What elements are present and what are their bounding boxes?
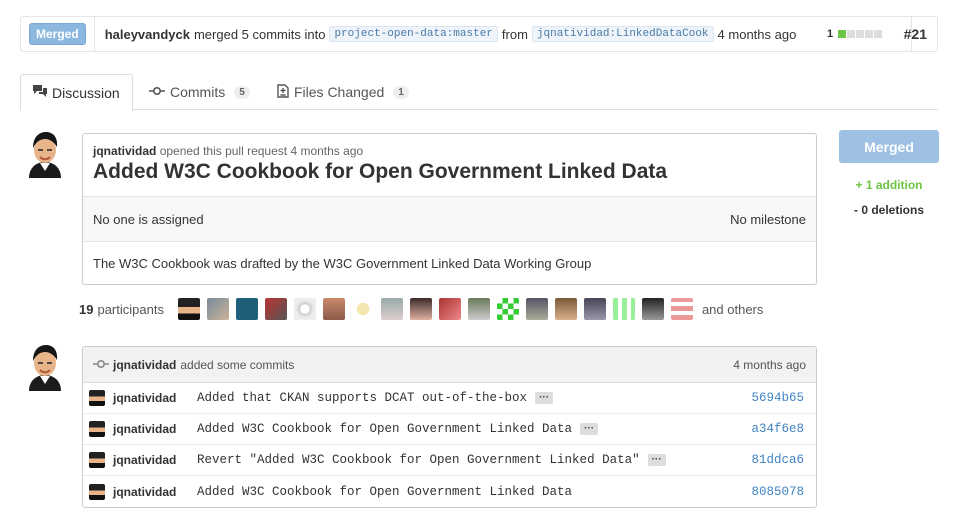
participant-avatar[interactable] — [554, 298, 577, 320]
commits-header-text: jqnatividad added some commits — [93, 358, 294, 372]
opened-text: opened this pull request 4 months ago — [159, 144, 364, 158]
discussion-icon — [33, 85, 47, 100]
merge-action-text: merged 5 commits into — [193, 26, 326, 42]
commit-sha[interactable]: a34f6e8 — [751, 422, 804, 436]
participant-avatar[interactable] — [438, 298, 461, 320]
expand-commit-button[interactable]: ··· — [580, 423, 599, 435]
merged-status-badge: Merged — [29, 23, 86, 45]
author-link[interactable]: jqnatividad — [93, 144, 156, 158]
commits-author-link[interactable]: jqnatividad — [113, 358, 176, 372]
tab-files-changed[interactable]: Files Changed 1 — [265, 74, 421, 110]
participant-avatar[interactable] — [496, 298, 519, 320]
commit-sha[interactable]: 81ddca6 — [751, 453, 804, 467]
commit-row: jqnatividad Added W3C Cookbook for Open … — [83, 414, 816, 445]
merge-time: 4 months ago — [717, 26, 797, 42]
participant-avatar[interactable] — [670, 298, 693, 320]
participants-row: 19 participants and others — [79, 296, 763, 322]
diffstat-count: 1 — [827, 28, 834, 40]
pr-description-box: jqnatividad opened this pull request 4 m… — [82, 133, 817, 285]
commits-count-badge: 5 — [234, 85, 250, 99]
commits-time: 4 months ago — [733, 357, 806, 372]
pr-tabs: Discussion Commits 5 Files Changed 1 — [20, 74, 938, 111]
tab-label: Files Changed — [294, 84, 385, 100]
commit-author[interactable]: jqnatividad — [113, 485, 197, 499]
merge-status-bar: Merged haleyvandyck merged 5 commits int… — [20, 16, 938, 52]
expand-commit-button[interactable]: ··· — [535, 392, 554, 404]
participants-count: 19 — [79, 301, 94, 317]
participant-avatar[interactable] — [293, 298, 316, 320]
commit-author[interactable]: jqnatividad — [113, 422, 197, 436]
participant-avatar[interactable] — [641, 298, 664, 320]
commit-author[interactable]: jqnatividad — [113, 391, 197, 405]
participant-avatar[interactable] — [525, 298, 548, 320]
commit-author-avatar[interactable] — [89, 483, 105, 500]
merger-link[interactable]: haleyvandyck — [105, 27, 190, 42]
author-avatar[interactable] — [23, 130, 67, 178]
commit-icon — [149, 85, 165, 99]
commit-author-avatar[interactable] — [89, 421, 105, 437]
diffstat-blocks — [838, 30, 883, 38]
participant-avatar[interactable] — [264, 298, 287, 320]
commits-box: jqnatividad added some commits 4 months … — [82, 346, 817, 508]
file-diff-icon — [277, 83, 289, 101]
from-text: from — [501, 26, 528, 42]
participant-avatar[interactable] — [467, 298, 490, 320]
commit-message[interactable]: Added W3C Cookbook for Open Government L… — [197, 485, 572, 499]
commits-action-text: added some commits — [180, 357, 295, 372]
commit-row: jqnatividad Added that CKAN supports DCA… — [83, 383, 816, 414]
deletions-text: - 0 deletions — [853, 203, 924, 217]
participant-avatar[interactable] — [612, 298, 635, 320]
participant-avatar[interactable] — [583, 298, 606, 320]
commit-sha[interactable]: 5694b65 — [751, 391, 804, 405]
pr-body: The W3C Cookbook was drafted by the W3C … — [93, 255, 592, 271]
commit-author-avatar[interactable] — [89, 452, 105, 468]
diffstat[interactable]: 1 — [827, 28, 883, 40]
commits-author-avatar[interactable] — [23, 343, 67, 391]
commit-sha[interactable]: 8085078 — [751, 485, 804, 499]
tab-commits[interactable]: Commits 5 — [137, 74, 262, 110]
merged-button[interactable]: Merged — [839, 130, 939, 163]
participant-avatar[interactable] — [351, 298, 374, 320]
participant-avatar[interactable] — [409, 298, 432, 320]
commit-message[interactable]: Revert "Added W3C Cookbook for Open Gove… — [197, 453, 640, 467]
commit-message[interactable]: Added that CKAN supports DCAT out-of-the… — [197, 391, 527, 405]
participants-label: participants — [97, 301, 164, 317]
deletions-count: - 0 deletions — [839, 203, 939, 217]
additions-count: + 1 addition — [839, 178, 939, 192]
expand-commit-button[interactable]: ··· — [647, 454, 666, 466]
participant-avatar[interactable] — [380, 298, 403, 320]
pr-number: #21 — [903, 26, 927, 42]
base-branch-label[interactable]: project-open-data:master — [329, 26, 498, 42]
participant-avatar[interactable] — [177, 298, 200, 320]
divider — [93, 16, 95, 52]
tab-discussion[interactable]: Discussion — [20, 74, 133, 111]
files-count-badge: 1 — [393, 85, 409, 99]
and-others-link[interactable]: and others — [702, 302, 763, 317]
pr-title: Added W3C Cookbook for Open Government L… — [93, 160, 668, 183]
commit-message[interactable]: Added W3C Cookbook for Open Government L… — [197, 422, 572, 436]
merge-summary: haleyvandyck merged 5 commits into proje… — [105, 26, 797, 42]
assignee-text[interactable]: No one is assigned — [93, 212, 204, 227]
commits-header: jqnatividad added some commits 4 months … — [83, 347, 816, 383]
additions-text: + 1 addition — [855, 178, 923, 192]
pr-header: jqnatividad opened this pull request 4 m… — [83, 134, 816, 197]
tab-label: Commits — [170, 84, 226, 100]
milestone-text[interactable]: No milestone — [730, 212, 806, 227]
tab-label: Discussion — [52, 84, 120, 101]
participant-avatar[interactable] — [206, 298, 229, 320]
participant-avatar[interactable] — [322, 298, 345, 320]
head-branch-label[interactable]: jqnatividad:LinkedDataCook — [531, 26, 714, 42]
pr-meta-row: No one is assigned No milestone — [83, 197, 816, 242]
opened-line: jqnatividad opened this pull request 4 m… — [93, 144, 806, 158]
participant-avatar[interactable] — [235, 298, 258, 320]
commit-row: jqnatividad Revert "Added W3C Cookbook f… — [83, 445, 816, 476]
commit-icon — [93, 358, 109, 372]
commit-author[interactable]: jqnatividad — [113, 453, 197, 467]
commit-row: jqnatividad Added W3C Cookbook for Open … — [83, 476, 816, 507]
commit-author-avatar[interactable] — [89, 390, 105, 406]
